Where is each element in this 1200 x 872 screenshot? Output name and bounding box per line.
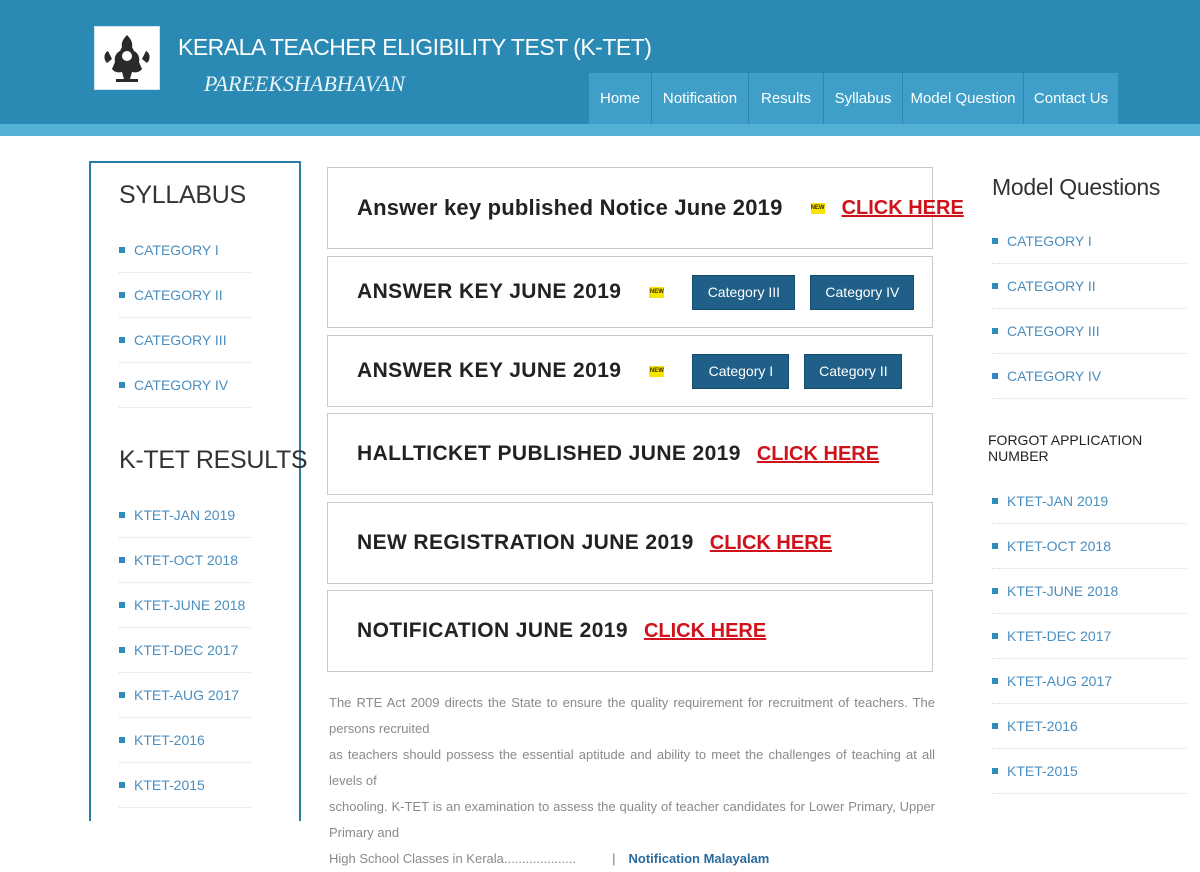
click-here-link[interactable]: CLICK HERE xyxy=(842,197,964,220)
nav-model-question[interactable]: Model Question xyxy=(903,73,1024,124)
results-item[interactable]: KTET-DEC 2017 xyxy=(992,614,1188,659)
bullet-icon xyxy=(992,498,998,504)
notice-title: HALLTICKET PUBLISHED JUNE 2019 xyxy=(357,442,741,465)
notice-new-registration: NEW REGISTRATION JUNE 2019 CLICK HERE xyxy=(327,502,933,584)
bullet-icon xyxy=(992,633,998,639)
results-item[interactable]: KTET-DEC 2017 xyxy=(119,628,251,673)
notice-answer-key-cat-3-4: ANSWER KEY JUNE 2019 NEW Category III Ca… xyxy=(327,256,933,328)
bullet-icon xyxy=(119,382,125,388)
results-item[interactable]: KTET-JAN 2019 xyxy=(119,493,251,538)
results-item[interactable]: KTET-JAN 2019 xyxy=(992,479,1188,524)
model-question-item[interactable]: CATEGORY III xyxy=(992,309,1188,354)
notice-title: NOTIFICATION JUNE 2019 xyxy=(357,619,628,642)
right-results-list: KTET-JAN 2019 KTET-OCT 2018 KTET-JUNE 20… xyxy=(992,479,1188,794)
syllabus-item[interactable]: CATEGORY III xyxy=(119,318,251,363)
bullet-icon xyxy=(119,737,125,743)
notice-notification: NOTIFICATION JUNE 2019 CLICK HERE xyxy=(327,590,933,672)
syllabus-list: CATEGORY I CATEGORY II CATEGORY III CATE… xyxy=(119,228,251,408)
category-iv-button[interactable]: Category IV xyxy=(810,274,915,310)
intro-text: The RTE Act 2009 directs the State to en… xyxy=(329,690,935,872)
new-badge-icon: NEW xyxy=(649,365,665,377)
results-item[interactable]: KTET-AUG 2017 xyxy=(992,659,1188,704)
notification-malayalam-link[interactable]: Notification Malayalam xyxy=(629,851,770,866)
site-header: KERALA TEACHER ELIGIBILITY TEST (K-TET) … xyxy=(0,0,1200,124)
model-questions-list: CATEGORY I CATEGORY II CATEGORY III CATE… xyxy=(992,219,1188,399)
bullet-icon xyxy=(119,692,125,698)
notice-title: Answer key published Notice June 2019 xyxy=(357,195,783,220)
notice-title: ANSWER KEY JUNE 2019 xyxy=(357,359,622,382)
notice-answer-key-cat-1-2: ANSWER KEY JUNE 2019 NEW Category I Cate… xyxy=(327,335,933,407)
model-questions-heading: Model Questions xyxy=(992,174,1161,200)
bullet-icon xyxy=(119,337,125,343)
model-question-item[interactable]: CATEGORY II xyxy=(992,264,1188,309)
results-item[interactable]: KTET-OCT 2018 xyxy=(119,538,251,583)
results-list: KTET-JAN 2019 KTET-OCT 2018 KTET-JUNE 20… xyxy=(119,493,251,808)
category-ii-button[interactable]: Category II xyxy=(804,353,903,389)
syllabus-item[interactable]: CATEGORY I xyxy=(119,228,251,273)
intro-line-last: High School Classes in Kerala...........… xyxy=(329,846,935,872)
results-heading: K-TET RESULTS xyxy=(119,446,308,474)
category-i-button[interactable]: Category I xyxy=(692,353,790,389)
bullet-icon xyxy=(119,292,125,298)
bullet-icon xyxy=(992,678,998,684)
header-strip xyxy=(0,124,1200,136)
syllabus-item[interactable]: CATEGORY IV xyxy=(119,363,251,408)
bullet-icon xyxy=(992,723,998,729)
main-nav: Home Notification Results Syllabus Model… xyxy=(589,73,1118,124)
site-title: KERALA TEACHER ELIGIBILITY TEST (K-TET) xyxy=(178,34,652,60)
nav-results[interactable]: Results xyxy=(749,73,824,124)
results-item[interactable]: KTET-2015 xyxy=(119,763,251,808)
results-item[interactable]: KTET-2016 xyxy=(992,704,1188,749)
bullet-icon xyxy=(119,247,125,253)
kerala-emblem-icon[interactable] xyxy=(94,26,160,90)
notice-answer-key-notice: Answer key published Notice June 2019 NE… xyxy=(327,167,964,249)
results-item[interactable]: KTET-OCT 2018 xyxy=(992,524,1188,569)
results-item[interactable]: KTET-JUNE 2018 xyxy=(992,569,1188,614)
notice-title: ANSWER KEY JUNE 2019 xyxy=(357,280,622,303)
results-item[interactable]: KTET-2016 xyxy=(119,718,251,763)
intro-line-text: High School Classes in Kerala...........… xyxy=(329,851,577,866)
bullet-icon xyxy=(119,557,125,563)
results-item[interactable]: KTET-JUNE 2018 xyxy=(119,583,251,628)
intro-line: schooling. K-TET is an examination to as… xyxy=(329,799,935,840)
bullet-icon xyxy=(992,238,998,244)
category-iii-button[interactable]: Category III xyxy=(692,274,796,310)
model-question-item[interactable]: CATEGORY I xyxy=(992,219,1188,264)
bullet-icon xyxy=(119,647,125,653)
click-here-link[interactable]: CLICK HERE xyxy=(644,620,766,643)
syllabus-heading: SYLLABUS xyxy=(119,181,246,209)
bullet-icon xyxy=(992,543,998,549)
nav-contact-us[interactable]: Contact Us xyxy=(1024,73,1118,124)
intro-line: as teachers should possess the essential… xyxy=(329,747,935,788)
bullet-icon xyxy=(992,283,998,289)
nav-syllabus[interactable]: Syllabus xyxy=(824,73,903,124)
bullet-icon xyxy=(119,782,125,788)
bullet-icon xyxy=(992,328,998,334)
notice-title: NEW REGISTRATION JUNE 2019 xyxy=(357,531,694,554)
bullet-icon xyxy=(992,768,998,774)
results-item[interactable]: KTET-AUG 2017 xyxy=(119,673,251,718)
click-here-link[interactable]: CLICK HERE xyxy=(710,532,832,555)
intro-line: The RTE Act 2009 directs the State to en… xyxy=(329,695,935,736)
nav-notification[interactable]: Notification xyxy=(652,73,749,124)
click-here-link[interactable]: CLICK HERE xyxy=(757,443,879,466)
syllabus-item[interactable]: CATEGORY II xyxy=(119,273,251,318)
bullet-icon xyxy=(992,373,998,379)
bullet-icon xyxy=(119,512,125,518)
bullet-icon xyxy=(992,588,998,594)
new-badge-icon: NEW xyxy=(649,286,665,298)
model-question-item[interactable]: CATEGORY IV xyxy=(992,354,1188,399)
site-subtitle: PAREEKSHABHAVAN xyxy=(204,71,405,96)
forgot-application-number-link[interactable]: FORGOT APPLICATION NUMBER xyxy=(988,432,1200,464)
nav-home[interactable]: Home xyxy=(589,73,652,124)
notice-hallticket: HALLTICKET PUBLISHED JUNE 2019 CLICK HER… xyxy=(327,413,933,495)
separator: | xyxy=(612,851,616,866)
results-item[interactable]: KTET-2015 xyxy=(992,749,1188,794)
new-badge-icon: NEW xyxy=(810,202,825,214)
bullet-icon xyxy=(119,602,125,608)
